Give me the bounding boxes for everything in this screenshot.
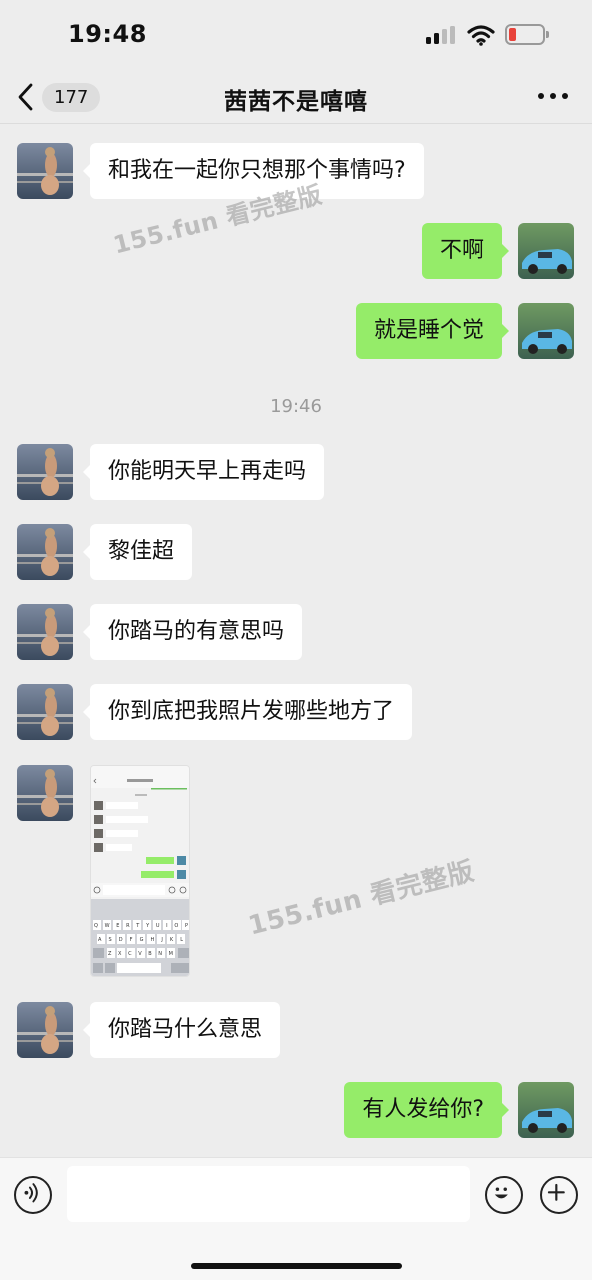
message-input-bar: [0, 1157, 592, 1280]
more-options-button[interactable]: [538, 92, 568, 102]
plus-icon: [547, 1183, 565, 1201]
wifi-icon: [467, 25, 495, 46]
outgoing-message-bubble[interactable]: 有人发给你?: [344, 1082, 509, 1138]
my-avatar[interactable]: [518, 223, 574, 279]
cellular-signal-icon: [426, 26, 458, 44]
battery-icon: [505, 24, 549, 45]
voice-icon: [24, 1183, 38, 1203]
chat-timestamp: 19:46: [270, 396, 322, 417]
contact-avatar[interactable]: [17, 1002, 73, 1058]
contact-avatar[interactable]: [17, 684, 73, 740]
keyboard-row-2: A S D F G H J K L: [98, 937, 183, 943]
status-bar: 19:48: [0, 0, 592, 70]
incoming-message-bubble[interactable]: 你踏马什么意思: [82, 1002, 281, 1058]
incoming-message-bubble[interactable]: 你踏马的有意思吗: [82, 604, 303, 660]
chat-title: 茜茜不是嘻嘻: [224, 89, 368, 115]
voice-input-button[interactable]: [14, 1176, 52, 1214]
incoming-message-bubble[interactable]: 你能明天早上再走吗: [82, 444, 325, 500]
incoming-message-bubble[interactable]: 黎佳超: [82, 524, 193, 580]
screenshot-thumbnail: Q W E R T Y U I O P A S D F G H J K L Z …: [91, 766, 189, 976]
incoming-message-bubble[interactable]: 你到底把我照片发哪些地方了: [82, 684, 413, 740]
outgoing-message-bubble[interactable]: 不啊: [421, 223, 510, 279]
emoji-button[interactable]: [485, 1176, 523, 1214]
contact-avatar[interactable]: [17, 143, 73, 199]
status-time: 19:48: [68, 20, 147, 48]
contact-avatar[interactable]: [17, 765, 73, 821]
more-functions-button[interactable]: [540, 1176, 578, 1214]
message-text-input[interactable]: [67, 1166, 470, 1222]
home-indicator: [191, 1263, 402, 1269]
keyboard-row-1: Q W E R T Y U I O P: [94, 923, 188, 929]
watermark: 155.fun 看完整版: [245, 856, 478, 942]
my-avatar[interactable]: [518, 1082, 574, 1138]
contact-avatar[interactable]: [17, 524, 73, 580]
outgoing-message-bubble[interactable]: 就是睡个觉: [355, 303, 510, 359]
image-message-screenshot[interactable]: Q W E R T Y U I O P A S D F G H J K L Z …: [90, 765, 190, 977]
emoji-icon: [494, 1187, 508, 1199]
contact-avatar[interactable]: [17, 604, 73, 660]
my-avatar[interactable]: [518, 303, 574, 359]
chat-header: 177 茜茜不是嘻嘻: [0, 70, 592, 124]
contact-avatar[interactable]: [17, 444, 73, 500]
